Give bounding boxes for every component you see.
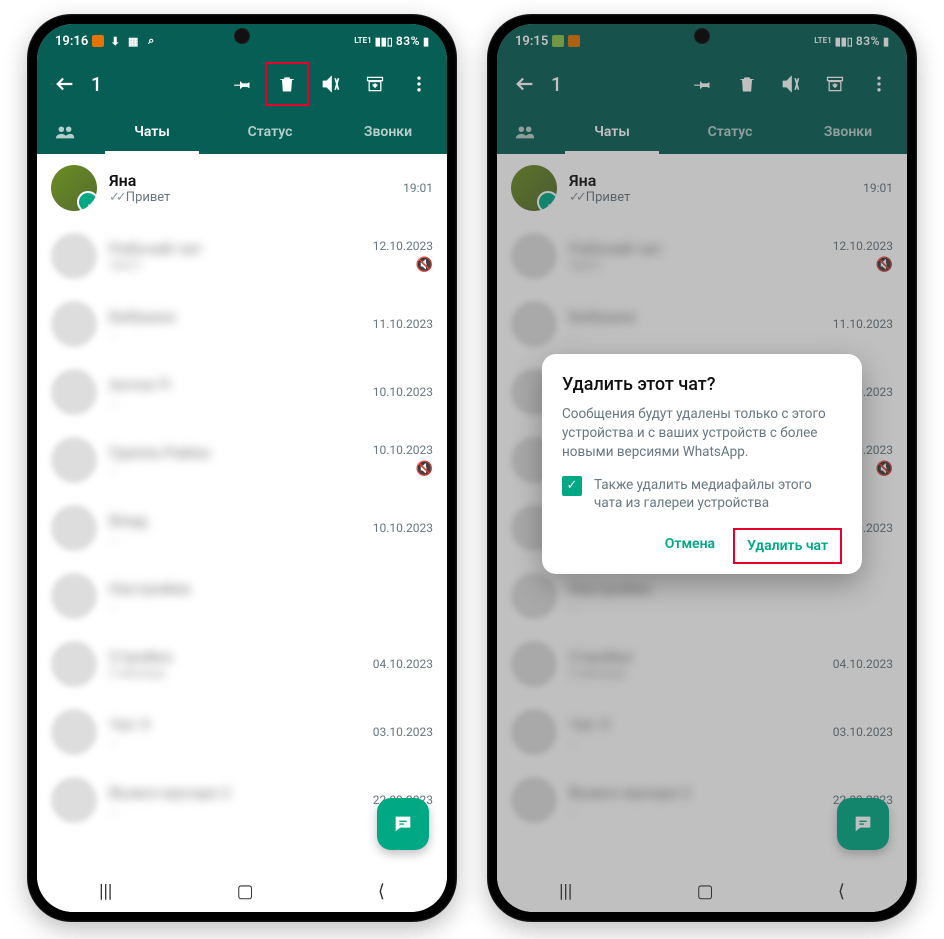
avatar[interactable] (51, 505, 97, 551)
avatar[interactable] (51, 369, 97, 415)
tab-chats[interactable]: Чаты (93, 110, 211, 154)
signal-icon: ▮▮▯ (375, 35, 393, 48)
rec-icon (92, 35, 104, 47)
avatar[interactable] (51, 437, 97, 483)
chat-row[interactable]: Стройка2 месяца 04.10.2023 (37, 630, 447, 698)
chat-time: 10.10.2023 (373, 521, 433, 535)
tab-calls[interactable]: Звонки (329, 110, 447, 154)
chat-message: ✓✓Привет (109, 190, 349, 205)
chat-row[interactable]: Яна✓✓Привет 19:01 (37, 154, 447, 222)
chat-row[interactable]: Настройки… (37, 562, 447, 630)
more-button[interactable] (397, 62, 441, 106)
nav-back[interactable]: ⟨ (378, 881, 385, 902)
screen-left: 19:16 ⬇ ▦ ⌕ LTE1 ▮▮▯ 83% ▮ 1 (37, 24, 447, 912)
nav-recent[interactable]: ||| (99, 881, 112, 902)
delete-button[interactable] (265, 62, 309, 106)
chat-row[interactable]: Влад… 10.10.2023 (37, 494, 447, 562)
chat-time: 10.10.2023 (373, 443, 433, 457)
battery-icon: ▮ (423, 35, 429, 48)
chat-name: Настройки (109, 579, 349, 598)
download-icon: ⬇ (108, 34, 122, 48)
android-navbar: ||| ▢ ⟨ (37, 870, 447, 912)
nav-home[interactable]: ▢ (237, 881, 254, 902)
chat-message: … (109, 462, 349, 477)
chat-time: 10.10.2023 (373, 385, 433, 399)
avatar[interactable] (51, 641, 97, 687)
chat-message: … (109, 734, 349, 749)
chat-row[interactable]: Бабушка… 11.10.2023 (37, 290, 447, 358)
tabs: Чаты Статус Звонки (37, 110, 447, 154)
chat-name: Вывоз мусора 2 (109, 783, 349, 802)
chat-name: Группа Район (109, 443, 349, 462)
dialog-cancel-button[interactable]: Отмена (653, 528, 727, 564)
archive-button[interactable] (353, 62, 397, 106)
chat-name: Антон П (109, 375, 349, 394)
camera-cutout (234, 28, 250, 44)
chat-row[interactable]: Чат 9… 03.10.2023 (37, 698, 447, 766)
search-status-icon: ⌕ (144, 34, 158, 48)
chat-name: Стройка (109, 647, 349, 666)
dialog-title: Удалить этот чат? (562, 374, 842, 395)
chat-message: … (109, 598, 349, 613)
tab-status[interactable]: Статус (211, 110, 329, 154)
chat-message: текст (109, 258, 349, 273)
checkbox-label: Также удалить медиафайлы этого чата из г… (594, 476, 842, 512)
chat-row[interactable]: Антон П… 10.10.2023 (37, 358, 447, 426)
avatar[interactable] (51, 233, 97, 279)
chat-time: 04.10.2023 (373, 657, 433, 671)
chat-row[interactable]: Группа Район… 10.10.2023 🔇 (37, 426, 447, 494)
dialog-checkbox-row[interactable]: ✓ Также удалить медиафайлы этого чата из… (562, 476, 842, 512)
dialog-body: Сообщения будут удалены только с этого у… (562, 405, 842, 462)
chat-message: … (109, 394, 349, 409)
net-label: LTE1 (354, 37, 371, 45)
actionbar: 1 (37, 58, 447, 110)
phone-left: 19:16 ⬇ ▦ ⌕ LTE1 ▮▮▯ 83% ▮ 1 (27, 14, 457, 922)
chat-time: 11.10.2023 (373, 317, 433, 331)
avatar[interactable] (51, 709, 97, 755)
chat-message: … (109, 326, 349, 341)
muted-icon: 🔇 (416, 257, 433, 273)
chat-time: 12.10.2023 (373, 239, 433, 253)
read-ticks-icon: ✓✓ (109, 190, 123, 205)
avatar[interactable] (51, 777, 97, 823)
new-chat-fab[interactable] (377, 798, 429, 850)
camera-cutout (694, 28, 710, 44)
chat-message: 2 месяца (109, 666, 349, 681)
chat-name: Бабушка (109, 307, 349, 326)
dialog-confirm-button[interactable]: Удалить чат (733, 528, 842, 564)
chatlist-left[interactable]: Яна✓✓Привет 19:01 Рабочий чаттекст 12.10.20… (37, 154, 447, 870)
chat-message: … (109, 802, 349, 817)
chat-name: Яна (109, 171, 349, 190)
status-time: 19:16 (55, 34, 88, 49)
chat-name: Чат 9 (109, 715, 349, 734)
pin-button[interactable] (221, 62, 265, 106)
selection-count: 1 (87, 73, 102, 96)
chat-time: 19:01 (403, 181, 433, 195)
chat-name: Влад (109, 511, 349, 530)
muted-icon: 🔇 (416, 461, 433, 477)
battery-label: 83% (396, 34, 420, 48)
avatar[interactable] (51, 573, 97, 619)
checkbox-icon[interactable]: ✓ (562, 476, 582, 496)
chat-row[interactable]: Рабочий чаттекст 12.10.2023 🔇 (37, 222, 447, 290)
chat-time: 03.10.2023 (373, 725, 433, 739)
screen-right: 19:15 LTE1 ▮▮▯ 83% ▮ 1 (497, 24, 907, 912)
gallery-icon: ▦ (126, 34, 140, 48)
delete-dialog: Удалить этот чат? Сообщения будут удален… (542, 354, 862, 574)
chat-name: Рабочий чат (109, 239, 349, 258)
avatar[interactable] (51, 165, 97, 211)
avatar[interactable] (51, 301, 97, 347)
back-button[interactable] (43, 62, 87, 106)
chat-message: … (109, 530, 349, 545)
phone-right: 19:15 LTE1 ▮▮▯ 83% ▮ 1 (487, 14, 917, 922)
tab-community[interactable] (37, 121, 93, 143)
mute-button[interactable] (309, 62, 353, 106)
